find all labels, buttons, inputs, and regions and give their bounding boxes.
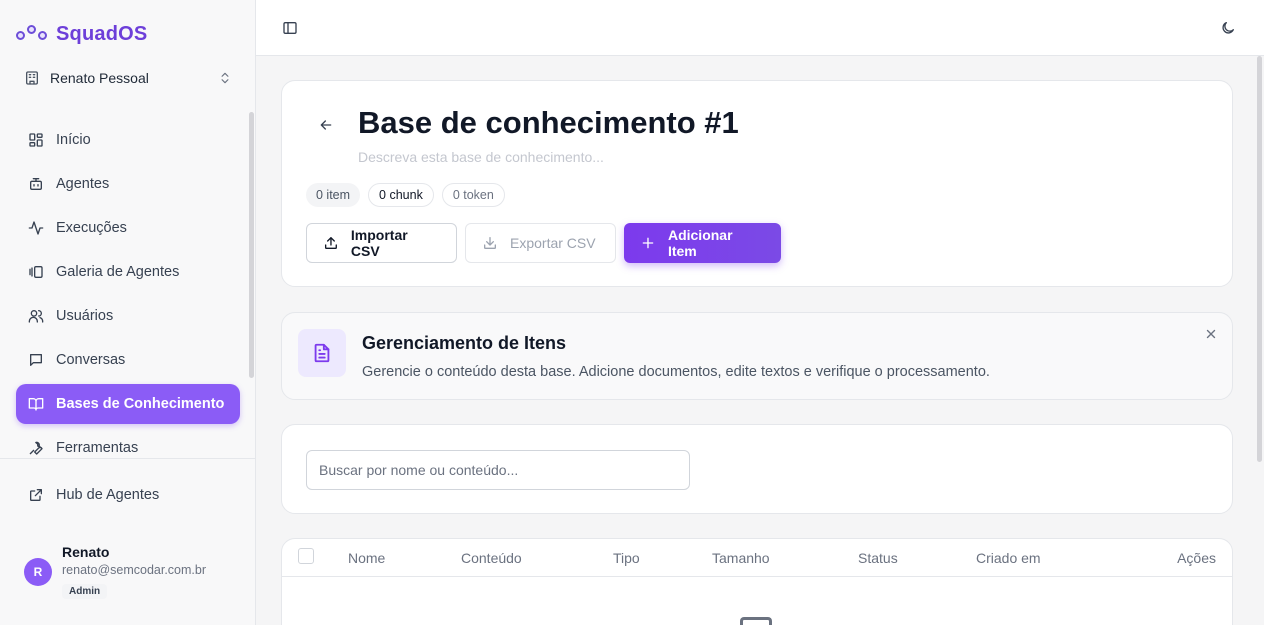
description-field[interactable]: Descreva esta base de conhecimento... <box>358 149 604 165</box>
sidebar-toggle-icon <box>283 22 297 34</box>
user-profile[interactable]: R Renato renato@semcodar.com.br Admin <box>24 544 244 604</box>
sidebar-item-label: Galeria de Agentes <box>56 264 180 280</box>
export-csv-label: Exportar CSV <box>510 235 596 251</box>
users-icon <box>28 310 44 323</box>
sidebar-item-execucoes[interactable]: Execuções <box>16 208 240 248</box>
select-all-checkbox[interactable] <box>298 548 314 564</box>
add-item-button[interactable]: Adicionar Item <box>624 223 781 263</box>
sidebar-item-label: Conversas <box>56 352 126 368</box>
import-csv-label: Importar CSV <box>350 227 408 259</box>
upload-icon <box>324 237 337 249</box>
search-section <box>281 424 1233 514</box>
building-icon <box>26 71 38 85</box>
column-content[interactable]: Conteúdo <box>461 550 522 566</box>
user-email: renato@semcodar.com.br <box>62 563 207 577</box>
tokens-count-badge: 0 token <box>441 183 505 207</box>
import-csv-button[interactable]: Importar CSV <box>306 223 457 263</box>
info-banner: Gerenciamento de Itens Gerencie o conteú… <box>281 312 1233 400</box>
activity-icon <box>28 221 44 235</box>
page-title[interactable]: Base de conhecimento #1 <box>358 105 739 141</box>
sidebar-item-ferramentas[interactable]: Ferramentas <box>16 428 240 468</box>
column-status[interactable]: Status <box>858 550 898 566</box>
avatar: R <box>24 558 52 586</box>
column-actions: Ações <box>1177 550 1216 566</box>
sidebar-item-label: Hub de Agentes <box>56 487 160 503</box>
dashboard-icon <box>29 133 43 147</box>
sidebar-nav: Início Agentes Execuções Galeria de Agen… <box>16 120 240 472</box>
sidebar-item-conversas[interactable]: Conversas <box>16 340 240 380</box>
brand[interactable]: SquadOS <box>16 20 147 48</box>
sidebar-item-inicio[interactable]: Início <box>16 120 240 160</box>
info-text: Gerencie o conteúdo desta base. Adicione… <box>362 364 990 380</box>
toggle-sidebar-button[interactable] <box>280 18 300 38</box>
user-name: Renato <box>62 544 110 560</box>
sidebar-item-galeria[interactable]: Galeria de Agentes <box>16 252 240 292</box>
user-role-badge: Admin <box>62 584 108 599</box>
sidebar-item-label: Agentes <box>56 176 110 192</box>
theme-toggle-button[interactable] <box>1218 18 1238 38</box>
sidebar-item-label: Usuários <box>56 308 114 324</box>
download-icon <box>484 237 496 249</box>
sidebar-scrollbar[interactable] <box>249 112 254 378</box>
sidebar-item-usuarios[interactable]: Usuários <box>16 296 240 336</box>
header-actions: Importar CSV Exportar CSV Adicionar Item <box>306 223 781 263</box>
sidebar-item-label: Bases de Conhecimento <box>56 396 225 412</box>
sidebar-item-label: Início <box>56 132 91 148</box>
workspace-name: Renato Pessoal <box>50 70 149 86</box>
sidebar-item-hub-de-agentes[interactable]: Hub de Agentes <box>16 475 240 515</box>
sidebar-item-bases-de-conhecimento[interactable]: Bases de Conhecimento <box>16 384 240 424</box>
items-table: Nome Conteúdo Tipo Tamanho Status Criado… <box>281 538 1233 625</box>
add-item-label: Adicionar Item <box>667 227 733 259</box>
gallery-icon <box>29 266 43 278</box>
back-arrow-icon[interactable] <box>318 117 334 133</box>
sidebar-item-label: Ferramentas <box>56 440 139 456</box>
stats-badges: 0 item 0 chunk 0 token <box>306 183 505 207</box>
close-icon[interactable] <box>1204 327 1218 341</box>
sidebar: SquadOS Renato Pessoal Início Agentes Ex… <box>0 0 256 625</box>
external-link-icon <box>30 489 42 501</box>
chat-icon <box>30 354 42 366</box>
sidebar-item-label: Execuções <box>56 220 127 236</box>
sidebar-item-agentes[interactable]: Agentes <box>16 164 240 204</box>
main-scrollbar[interactable] <box>1257 56 1262 462</box>
book-icon <box>28 398 44 411</box>
info-title: Gerenciamento de Itens <box>362 333 567 353</box>
workspace-switcher[interactable]: Renato Pessoal <box>16 62 240 94</box>
export-csv-button[interactable]: Exportar CSV <box>465 223 616 263</box>
items-count-badge: 0 item <box>306 183 361 207</box>
wrench-icon <box>29 441 43 455</box>
sidebar-divider <box>0 458 255 459</box>
empty-state-icon <box>740 617 772 625</box>
info-icon-tile <box>298 329 346 377</box>
hub-section: Hub de Agentes <box>16 475 240 519</box>
squad-logo-icon <box>16 23 48 45</box>
chunks-count-badge: 0 chunk <box>368 183 434 207</box>
moon-icon <box>1222 22 1234 34</box>
brand-name: SquadOS <box>56 22 148 45</box>
topbar <box>256 0 1264 56</box>
document-icon <box>314 343 330 363</box>
chevron-up-down-icon <box>221 72 229 84</box>
table-header: Nome Conteúdo Tipo Tamanho Status Criado… <box>282 539 1232 577</box>
column-name[interactable]: Nome <box>348 550 385 566</box>
search-input[interactable] <box>306 450 690 490</box>
column-size[interactable]: Tamanho <box>712 550 770 566</box>
column-created[interactable]: Criado em <box>976 550 1041 566</box>
plus-icon <box>642 237 654 249</box>
knowledge-base-header: Base de conhecimento #1 Descreva esta ba… <box>281 80 1233 287</box>
column-type[interactable]: Tipo <box>613 550 640 566</box>
bot-icon <box>30 178 42 190</box>
